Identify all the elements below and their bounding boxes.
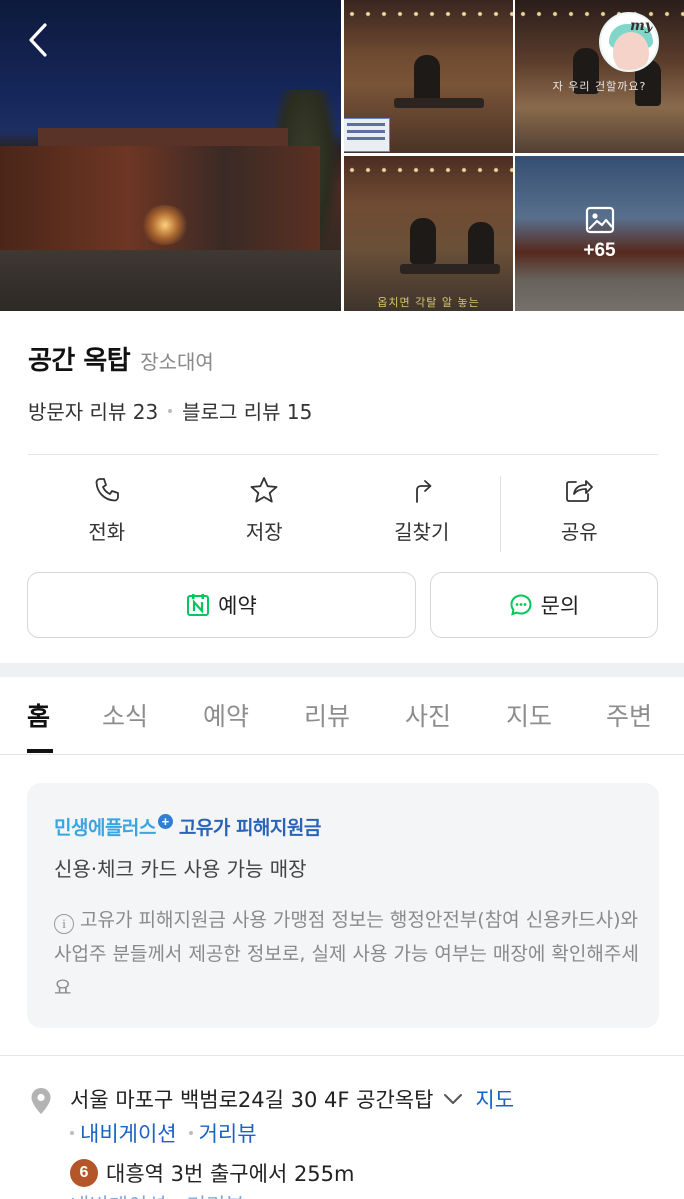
reserve-button[interactable]: 예약 xyxy=(27,572,416,638)
benefit-subtitle: 신용·체크 카드 사용 가능 매장 xyxy=(54,857,307,881)
tab-bar: 홈 소식 예약 리뷰 사진 지도 주변 xyxy=(0,677,684,755)
chevron-left-icon xyxy=(29,23,47,57)
place-category: 장소대여 xyxy=(140,350,214,374)
reserve-label: 예약 xyxy=(218,594,257,618)
tab-map[interactable]: 지도 xyxy=(506,697,552,733)
fire-glow xyxy=(140,205,190,245)
phone-icon xyxy=(95,478,119,502)
inquiry-label: 문의 xyxy=(540,594,580,618)
save-label: 저장 xyxy=(245,520,283,544)
person-shape xyxy=(410,218,436,264)
review-summary: 방문자 리뷰 23 블로그 리뷰 15 xyxy=(28,396,312,425)
action-separator xyxy=(500,476,501,552)
brand-primary: 민생에플러스 xyxy=(54,817,156,839)
navigation-link[interactable]: 내비게이션 xyxy=(80,1118,177,1148)
inquiry-button[interactable]: 문의 xyxy=(430,572,658,638)
address-sub-links: 내비게이션 거리뷰 xyxy=(70,1118,257,1148)
photo-thumb-3[interactable]: 옵치면 각탈 알 놓는 xyxy=(344,156,513,311)
benefit-note-text: 고유가 피해지원금 사용 가맹점 정보는 행정안전부(참여 신용카드사)와 사업… xyxy=(54,909,639,999)
benefit-note: i 고유가 피해지원금 사용 가맹점 정보는 행정안전부(참여 신용카드사)와 사… xyxy=(54,903,639,1005)
naver-booking-icon xyxy=(187,594,210,616)
photo-thumb-2[interactable]: 자 우리 건할까요? xyxy=(515,0,684,153)
share-label: 공유 xyxy=(560,520,598,544)
directions-arrow-icon xyxy=(415,480,432,503)
share-button[interactable]: 공유 xyxy=(501,470,659,554)
tab-active-indicator xyxy=(27,749,53,753)
call-button[interactable]: 전화 xyxy=(28,470,186,554)
benefit-brand: 민생에플러스 + 고유가 피해지원금 xyxy=(54,813,321,840)
more-photos-button[interactable]: +65 xyxy=(515,156,684,311)
table-shape xyxy=(400,264,500,274)
string-lights xyxy=(344,164,513,184)
map-link[interactable]: 지도 xyxy=(475,1084,514,1114)
tab-home[interactable]: 홈 xyxy=(27,697,50,733)
star-icon xyxy=(250,477,278,503)
subway-line-badge: 6 xyxy=(70,1159,98,1187)
tab-reservation[interactable]: 예약 xyxy=(203,697,249,733)
chevron-down-icon[interactable] xyxy=(443,1093,463,1105)
plus-icon: + xyxy=(157,814,173,829)
blog-reviews-link[interactable]: 블로그 리뷰 15 xyxy=(182,396,312,425)
place-name: 공간 옥탑 xyxy=(28,346,131,376)
benefit-card: 민생에플러스 + 고유가 피해지원금 신용·체크 카드 사용 가능 매장 i 고유… xyxy=(27,783,659,1028)
separator-dot xyxy=(188,1131,193,1135)
location-pin-icon xyxy=(31,1088,51,1114)
image-icon xyxy=(585,206,614,233)
back-button[interactable] xyxy=(18,20,58,60)
info-icon: i xyxy=(54,914,74,934)
place-header: 공간 옥탑 장소대여 xyxy=(28,340,214,377)
visitor-reviews-link[interactable]: 방문자 리뷰 23 xyxy=(28,396,158,425)
subway-info: 6 대흥역 3번 출구에서 255m xyxy=(70,1158,355,1188)
street-view-link[interactable]: 거리뷰 xyxy=(199,1118,257,1148)
cutoff-links[interactable]: 내비게이션 · 거리뷰 xyxy=(70,1190,245,1199)
divider xyxy=(0,1055,684,1056)
tab-photos[interactable]: 사진 xyxy=(405,697,451,733)
avatar-face xyxy=(613,32,649,70)
person-shape xyxy=(414,55,440,101)
photo-subtitle: 자 우리 건할까요? xyxy=(552,80,647,93)
directions-label: 길찾기 xyxy=(394,520,450,544)
share-icon xyxy=(566,480,594,502)
roof-shape xyxy=(38,128,288,146)
person-shape xyxy=(468,222,494,268)
save-button[interactable]: 저장 xyxy=(186,470,344,554)
string-lights xyxy=(515,8,684,28)
chat-bubble-icon xyxy=(510,594,532,616)
table-shape xyxy=(394,98,484,108)
brand-secondary: 고유가 피해지원금 xyxy=(178,817,321,839)
photo-thumb-1[interactable] xyxy=(344,0,513,153)
string-lights xyxy=(344,8,513,28)
subway-text: 대흥역 3번 출구에서 255m xyxy=(106,1162,355,1186)
floor-shape xyxy=(0,250,341,311)
more-photos-count: +65 xyxy=(583,239,616,261)
separator-dot xyxy=(70,1131,74,1135)
tab-nearby[interactable]: 주변 xyxy=(606,697,652,733)
caption-sign xyxy=(344,118,390,152)
section-gap xyxy=(0,663,684,677)
my-badge: my xyxy=(630,18,653,34)
photo-subtitle: 옵치면 각탈 알 놓는 xyxy=(377,296,480,309)
photo-gallery: 자 우리 건할까요? 옵치면 각탈 알 놓는 +65 my xyxy=(0,0,684,311)
call-label: 전화 xyxy=(88,520,126,544)
tab-news[interactable]: 소식 xyxy=(102,697,148,733)
tab-reviews[interactable]: 리뷰 xyxy=(304,697,350,733)
action-bar: 전화 저장 길찾기 공유 xyxy=(28,470,658,554)
address-text[interactable]: 서울 마포구 백범로24길 30 4F 공간옥탑 xyxy=(70,1084,433,1114)
address-row: 서울 마포구 백범로24길 30 4F 공간옥탑 지도 xyxy=(70,1084,514,1114)
directions-button[interactable]: 길찾기 xyxy=(343,470,501,554)
divider xyxy=(28,454,658,455)
separator-dot xyxy=(168,408,173,413)
avatar[interactable]: my xyxy=(599,12,659,72)
